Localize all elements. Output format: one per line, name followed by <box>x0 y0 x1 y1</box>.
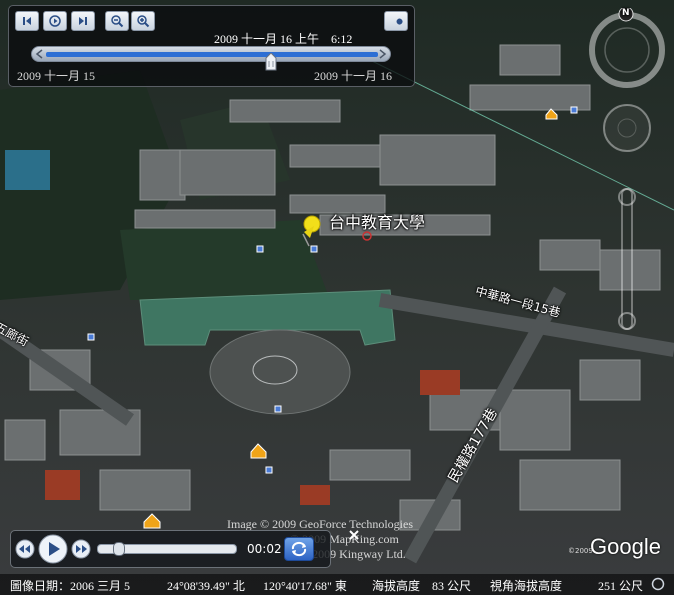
slider-right-arrow-icon[interactable] <box>377 49 387 59</box>
wrench-icon <box>392 18 403 25</box>
eye-altitude-value: 251 公尺 <box>598 579 644 593</box>
tour-progress-track[interactable] <box>97 542 237 556</box>
fast-forward-button[interactable] <box>71 539 91 559</box>
play-button[interactable] <box>38 534 68 564</box>
streaming-status-icon <box>651 577 665 591</box>
current-time-label: 2009 十一月 16 上午 6:12 <box>214 32 353 46</box>
time-range-start: 2009 十一月 15 <box>17 69 96 83</box>
look-around-ring[interactable] <box>588 8 666 88</box>
settings-button[interactable] <box>384 11 408 31</box>
zoom-out-icon <box>111 15 124 28</box>
zoom-in-button[interactable] <box>131 11 155 31</box>
time-range-fill <box>46 52 378 57</box>
tour-progress-knob[interactable] <box>113 542 126 556</box>
longitude-readout: 120°40'17.68" 東 <box>263 579 347 593</box>
rewind-button[interactable] <box>15 539 35 559</box>
placemark-label[interactable]: 台中教育大學 <box>329 209 425 233</box>
skip-back-button[interactable] <box>15 11 39 31</box>
skip-forward-icon <box>79 17 87 25</box>
imagery-date: 圖像日期：2006 三月 5 <box>10 579 131 593</box>
aerial-map[interactable] <box>0 0 674 595</box>
status-bar: 圖像日期：2006 三月 5 24°08'39.49" 北 120°40'17.… <box>0 574 674 595</box>
eye-altitude-label: 視角海拔高度 <box>490 579 563 593</box>
skip-back-icon <box>23 17 31 25</box>
time-slider-track[interactable] <box>31 46 391 62</box>
tour-elapsed-time: 00:02 <box>247 542 282 556</box>
zoom-in-icon <box>137 15 150 28</box>
north-indicator[interactable]: N <box>622 8 630 18</box>
repeat-button[interactable] <box>284 537 314 561</box>
time-slider-panel: 2009 十一月 16 上午 6:12 2009 十一月 15 2009 十一月… <box>8 5 415 87</box>
slider-left-arrow-icon[interactable] <box>35 49 45 59</box>
elevation-readout: 海拔高度 83 公尺 <box>372 579 472 593</box>
google-logo: Google <box>590 534 661 559</box>
tour-controller: 00:02 <box>10 530 359 568</box>
clock-button[interactable] <box>43 11 67 31</box>
zoom-slider[interactable] <box>615 185 639 335</box>
latitude-readout: 24°08'39.49" 北 <box>167 579 245 593</box>
move-joystick[interactable] <box>602 103 652 153</box>
repeat-icon <box>291 541 307 557</box>
time-range-end: 2009 十一月 16 <box>314 69 393 83</box>
time-slider-thumb[interactable] <box>265 53 277 71</box>
zoom-out-button[interactable] <box>105 11 129 31</box>
clock-icon <box>49 15 61 27</box>
skip-forward-button[interactable] <box>71 11 95 31</box>
close-tour-icon[interactable] <box>348 529 360 541</box>
